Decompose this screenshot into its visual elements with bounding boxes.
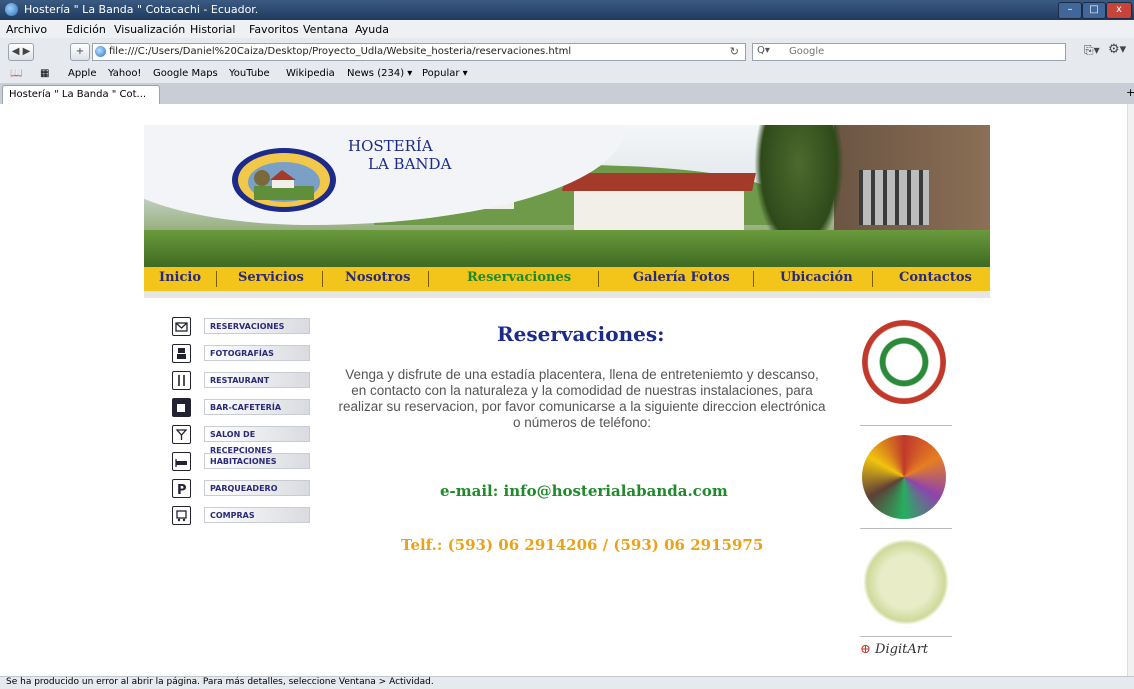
banner-windows [859, 170, 929, 225]
nav-nosotros[interactable]: Nosotros [345, 270, 410, 285]
bookmark-news[interactable]: News (234) ▾ [347, 68, 412, 79]
tab-active[interactable]: Hostería " La Banda " Cot... [2, 85, 160, 104]
vertical-scrollbar[interactable] [1127, 104, 1134, 676]
reload-icon[interactable]: ↻ [730, 45, 739, 58]
nav-shadow [144, 291, 990, 298]
bookmark-apple[interactable]: Apple [68, 68, 96, 79]
sponsor-divider [860, 636, 952, 637]
window-title: Hostería " La Banda " Cotacachi - Ecuado… [24, 3, 259, 16]
nav-separator [753, 271, 754, 287]
safari-icon [5, 3, 18, 16]
page-menu-icon[interactable]: ⎘▾ [1084, 43, 1100, 58]
teneria-cotacachi-logo[interactable] [862, 320, 946, 404]
bookmark-youtube[interactable]: YouTube [229, 68, 270, 79]
site-navigation: Inicio Servicios Nosotros Reservaciones … [144, 267, 990, 291]
cart-icon [172, 506, 191, 525]
comunidad-terapeutica-logo[interactable] [860, 536, 952, 628]
nav-separator [428, 271, 429, 287]
sponsor-divider [860, 528, 952, 529]
page-viewport: HOSTERÍA LA BANDA Inicio Servicios Nosot… [0, 104, 1127, 676]
menu-visualizacion[interactable]: Visualización [114, 23, 185, 36]
cup-icon [172, 398, 191, 417]
site-name: HOSTERÍA LA BANDA [348, 137, 451, 173]
digitart-logo[interactable]: ⊕ DigitArt [860, 642, 952, 662]
nav-ubicacion[interactable]: Ubicación [780, 270, 853, 285]
menu-historial[interactable]: Historial [190, 23, 235, 36]
menu-ayuda[interactable]: Ayuda [355, 23, 389, 36]
search-field[interactable]: Q▾ [752, 43, 1066, 61]
crosshair-icon: ⊕ [860, 642, 871, 657]
menu-archivo[interactable]: Archivo [6, 23, 47, 36]
fork-knife-icon [172, 371, 191, 390]
site-name-line1: HOSTERÍA [348, 137, 433, 155]
envelope-icon [172, 317, 191, 336]
sidebar-item-label: PARQUEADERO [204, 480, 310, 496]
sidebar-item-label: SALON DE RECEPCIONES [204, 426, 310, 455]
bookmark-wikipedia[interactable]: Wikipedia [286, 68, 335, 79]
reservation-text: Venga y disfrute de una estadía placente… [338, 367, 826, 430]
maximize-button[interactable]: □ [1082, 2, 1106, 19]
sidebar-item-label: RESTAURANT [204, 372, 310, 388]
nav-separator [216, 271, 217, 287]
address-url: file:///C:/Users/Daniel%20Caiza/Desktop/… [109, 46, 572, 57]
menu-bar: Archivo Edición Visualización Historial … [0, 20, 1134, 38]
arte-piel-logo[interactable] [862, 435, 946, 519]
nav-separator [872, 271, 873, 287]
status-text: Se ha producido un error al abrir la pág… [6, 677, 434, 687]
bookmark-yahoo[interactable]: Yahoo! [108, 68, 141, 79]
nav-galeria-fotos[interactable]: Galería Fotos [633, 270, 730, 285]
digitart-text: DigitArt [875, 642, 929, 657]
grid-icon[interactable]: ▦ [40, 68, 49, 79]
bookmarks-bar: 📖 ▦ Apple Yahoo! Google Maps YouTube Wik… [0, 64, 1134, 83]
sponsor-divider [860, 425, 952, 426]
sidebar-item-label: RESERVACIONES [204, 318, 310, 334]
nav-separator [598, 271, 599, 287]
page-title: Reservaciones: [497, 322, 665, 346]
address-bar[interactable]: file:///C:/Users/Daniel%20Caiza/Desktop/… [92, 43, 746, 61]
sidebar-item-label: HABITACIONES [204, 453, 310, 469]
search-icon: Q▾ [757, 45, 770, 56]
bookmark-google-maps[interactable]: Google Maps [153, 68, 218, 79]
house-wall [574, 187, 744, 233]
menu-ventana[interactable]: Ventana [303, 23, 348, 36]
nav-servicios[interactable]: Servicios [238, 270, 304, 285]
book-icon[interactable]: 📖 [10, 68, 22, 79]
minimize-button[interactable]: – [1058, 2, 1082, 19]
phone-contact: Telf.: (593) 06 2914206 / (593) 06 29159… [401, 536, 764, 554]
bookmark-popular[interactable]: Popular ▾ [422, 68, 468, 79]
sidebar-item-label: FOTOGRAFÍAS [204, 345, 310, 361]
close-button[interactable]: x [1106, 2, 1132, 19]
house-roof [562, 173, 756, 191]
email-contact[interactable]: e-mail: info@hosterialabanda.com [440, 482, 728, 500]
nav-contactos[interactable]: Contactos [899, 270, 972, 285]
glass-icon [172, 425, 191, 444]
site-banner: HOSTERÍA LA BANDA [144, 125, 990, 267]
hosteria-logo [232, 148, 336, 212]
add-bookmark-button[interactable]: + [70, 43, 90, 61]
search-input[interactable] [787, 45, 1061, 58]
bed-icon [172, 452, 191, 471]
nav-reservaciones[interactable]: Reservaciones [467, 270, 571, 285]
nav-inicio[interactable]: Inicio [159, 270, 201, 285]
window-title-bar: Hostería " La Banda " Cotacachi - Ecuado… [0, 0, 1134, 20]
site-name-line2: LA BANDA [368, 155, 452, 173]
globe-icon [95, 46, 106, 57]
navigation-toolbar: ◀ ▶ + file:///C:/Users/Daniel%20Caiza/De… [0, 38, 1134, 65]
gear-icon[interactable]: ⚙▾ [1108, 42, 1126, 57]
new-tab-button[interactable]: + [1126, 86, 1134, 99]
tab-bar: Hostería " La Banda " Cot... + [0, 83, 1134, 105]
menu-favoritos[interactable]: Favoritos [249, 23, 299, 36]
tab-label: Hostería " La Banda " Cot... [9, 89, 147, 100]
sidebar-item-label: COMPRAS [204, 507, 310, 523]
svg-text:P: P [177, 483, 187, 497]
camera-icon [172, 344, 191, 363]
parking-icon: P [172, 479, 191, 498]
menu-edicion[interactable]: Edición [66, 23, 106, 36]
nav-separator [322, 271, 323, 287]
status-bar: Se ha producido un error al abrir la pág… [0, 676, 1134, 689]
sidebar-item-label: BAR-CAFETERÍA [204, 399, 310, 415]
banner-lawn [144, 230, 990, 267]
back-button[interactable]: ◀ ▶ [8, 43, 34, 61]
